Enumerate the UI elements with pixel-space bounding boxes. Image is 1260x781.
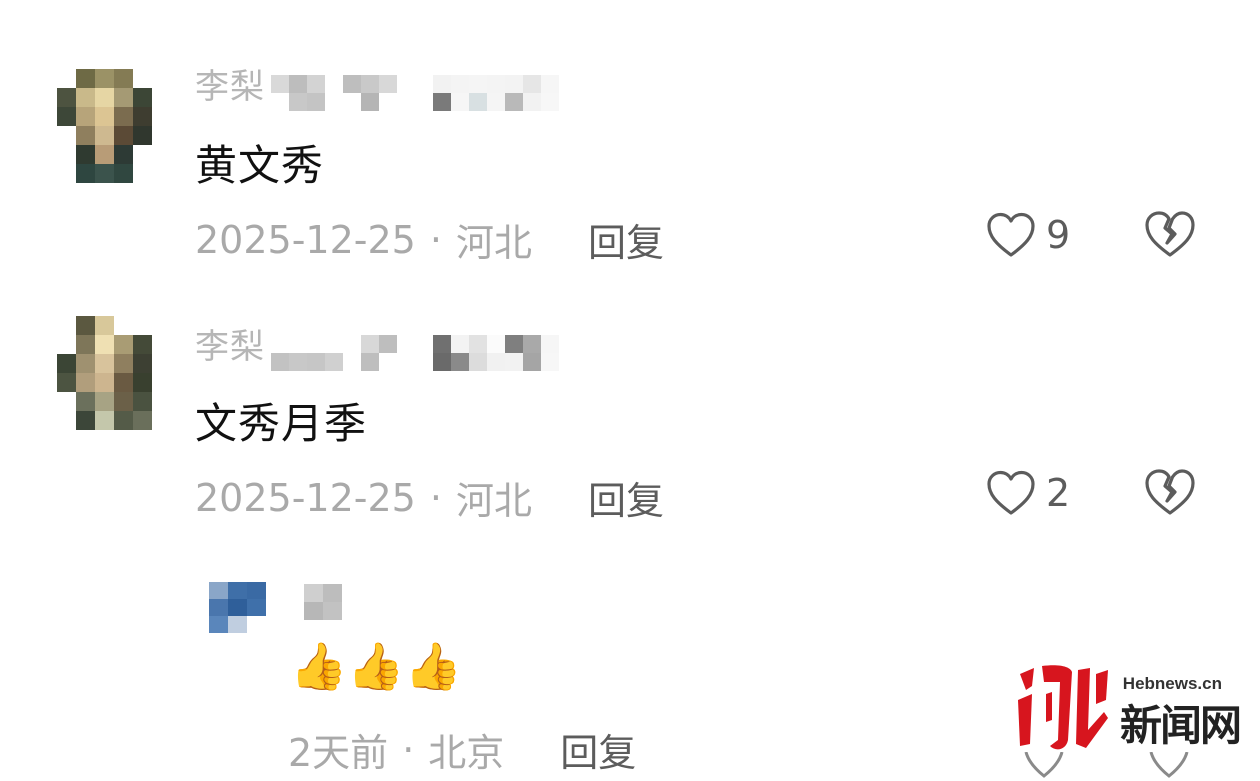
- reply-button[interactable]: 回复: [560, 722, 636, 777]
- like-button[interactable]: 2: [986, 470, 1070, 516]
- comment-date: 2025-12-25: [195, 217, 416, 262]
- comment-content: 文秀月季: [195, 399, 368, 448]
- username-row: 李梨: [195, 63, 559, 111]
- redacted-name-mosaic: [271, 335, 559, 371]
- meta-separator: ·: [429, 475, 442, 520]
- comment-meta: 2025-12-25 · 河北 回复: [195, 212, 664, 267]
- avatar[interactable]: [209, 582, 266, 633]
- dislike-button[interactable]: [1144, 210, 1196, 262]
- comment-date: 2025-12-25: [195, 475, 416, 520]
- like-count: 2: [1046, 471, 1071, 515]
- comment-location: 河北: [455, 479, 532, 523]
- reply-date: 2天前: [288, 731, 389, 775]
- username[interactable]: 李梨: [195, 59, 265, 108]
- comment-content: 黄文秀: [195, 141, 325, 190]
- username[interactable]: 李梨: [195, 319, 265, 368]
- hebei-brush-logo: [1018, 665, 1108, 750]
- avatar[interactable]: [57, 316, 152, 430]
- reply-location: 北京: [428, 731, 505, 775]
- comment-location: 河北: [455, 221, 532, 265]
- heart-outline-icon: [987, 470, 1035, 515]
- reply-meta: 2天前 · 北京 回复: [288, 722, 636, 777]
- hebnews-watermark: Hebnews.cn 新闻网: [1012, 660, 1242, 770]
- like-button[interactable]: 9: [986, 212, 1070, 258]
- like-count: 9: [1046, 213, 1071, 257]
- redacted-name-mosaic: [271, 75, 559, 111]
- comment-list: 李梨 黄文秀 2025-12-25 · 河北 回复 9 李梨 文秀月季 2025…: [0, 0, 1260, 781]
- broken-heart-icon: [1145, 211, 1195, 257]
- reply-button[interactable]: 回复: [588, 212, 664, 267]
- meta-separator: ·: [429, 217, 442, 262]
- broken-heart-icon: [1145, 469, 1195, 515]
- comment-meta: 2025-12-25 · 河北 回复: [195, 470, 664, 525]
- avatar[interactable]: [57, 69, 152, 183]
- watermark-brand: 新闻网: [1120, 701, 1242, 750]
- meta-separator: ·: [402, 727, 415, 772]
- watermark-site: Hebnews.cn: [1122, 674, 1222, 693]
- heart-outline-icon: [987, 212, 1035, 257]
- dislike-button[interactable]: [1144, 468, 1196, 520]
- reply-content: 👍👍👍: [290, 636, 462, 696]
- username-row: 李梨: [195, 323, 559, 371]
- thumbs-up-emoji: 👍👍👍: [290, 639, 462, 693]
- reply-button[interactable]: 回复: [588, 470, 664, 525]
- redacted-name-mosaic: [304, 584, 342, 620]
